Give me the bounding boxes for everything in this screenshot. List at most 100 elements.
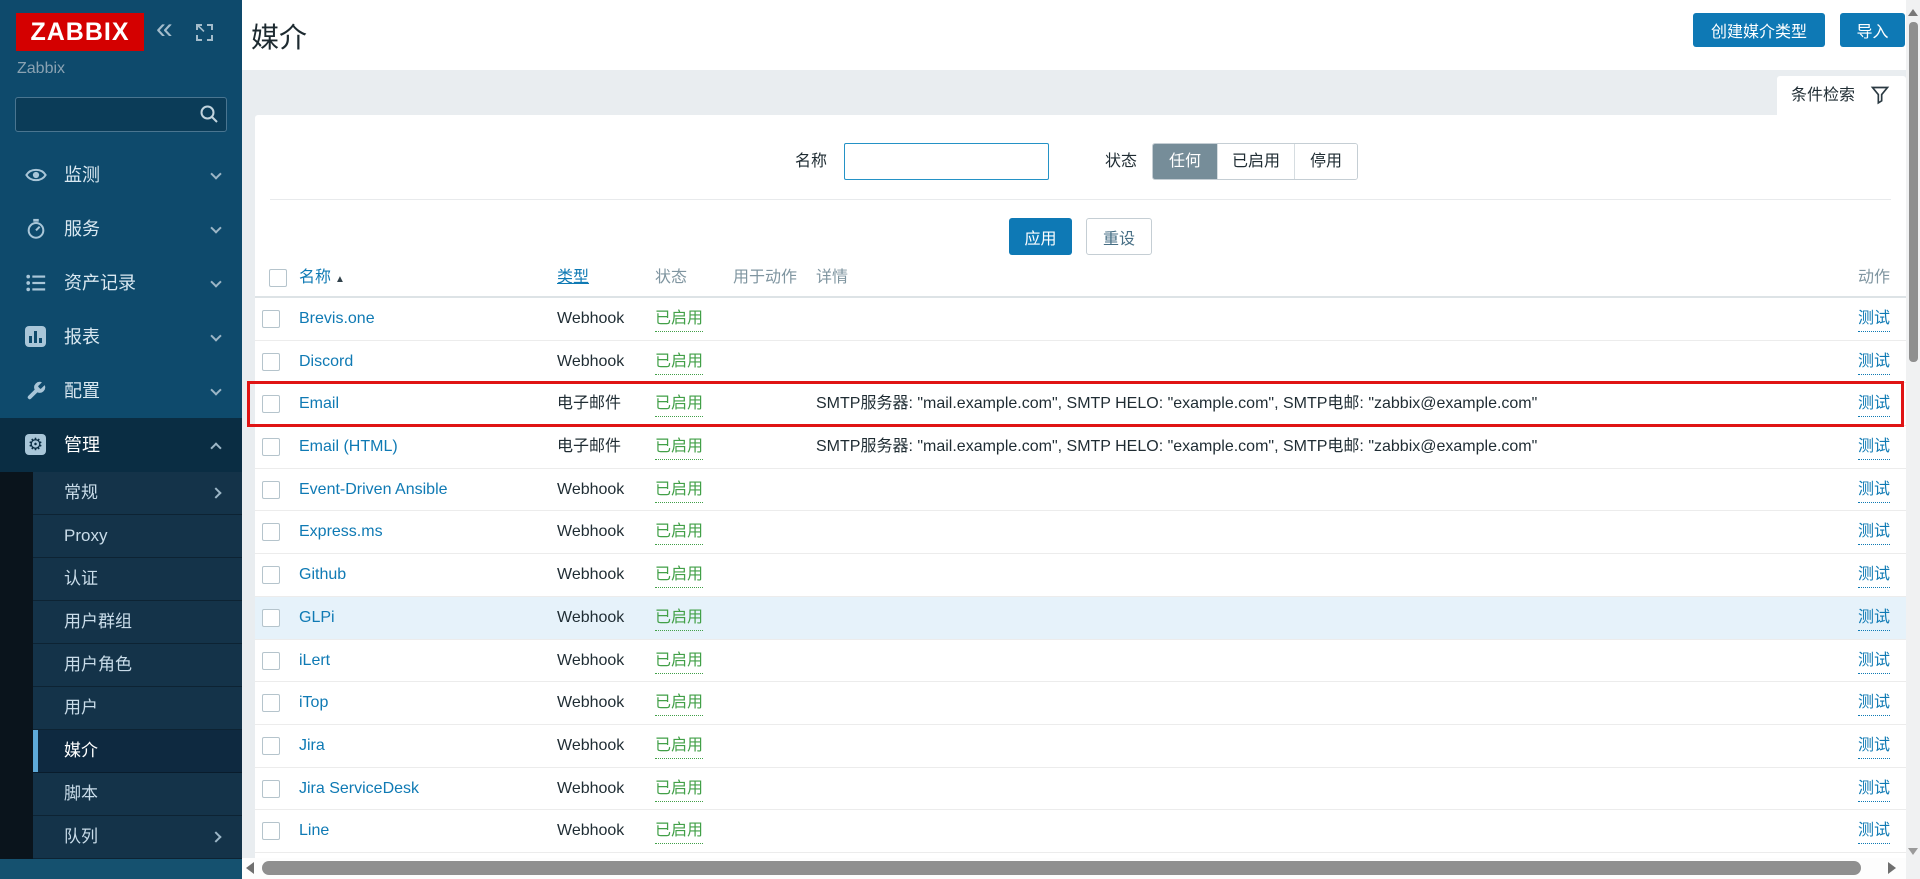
import-button[interactable]: 导入 bbox=[1840, 13, 1905, 47]
row-checkbox[interactable] bbox=[262, 737, 280, 755]
media-type-name-link[interactable]: GLPi bbox=[299, 597, 335, 639]
create-media-type-button[interactable]: 创建媒介类型 bbox=[1693, 13, 1825, 47]
vscroll-up-icon[interactable] bbox=[1908, 9, 1918, 16]
row-checkbox[interactable] bbox=[262, 438, 280, 456]
submenu-item-媒介[interactable]: 媒介 bbox=[33, 730, 242, 773]
test-link[interactable]: 测试 bbox=[1858, 350, 1890, 375]
media-type-type: 电子邮件 bbox=[557, 383, 621, 425]
media-type-name-link[interactable]: Line bbox=[299, 810, 329, 852]
select-all-checkbox[interactable] bbox=[269, 269, 287, 287]
media-type-status-link[interactable]: 已启用 bbox=[655, 350, 703, 375]
media-type-name-link[interactable]: Email (HTML) bbox=[299, 426, 398, 468]
media-type-status-link[interactable]: 已启用 bbox=[655, 649, 703, 674]
row-checkbox[interactable] bbox=[262, 310, 280, 328]
row-checkbox[interactable] bbox=[262, 780, 280, 798]
media-type-status-link[interactable]: 已启用 bbox=[655, 392, 703, 417]
submenu-item-用户角色[interactable]: 用户角色 bbox=[33, 644, 242, 687]
media-type-status-link[interactable]: 已启用 bbox=[655, 819, 703, 844]
row-checkbox[interactable] bbox=[262, 609, 280, 627]
test-link[interactable]: 测试 bbox=[1858, 777, 1890, 802]
media-type-status-link[interactable]: 已启用 bbox=[655, 520, 703, 545]
column-header-type[interactable]: 类型 bbox=[557, 262, 589, 294]
row-checkbox[interactable] bbox=[262, 822, 280, 840]
test-link[interactable]: 测试 bbox=[1858, 392, 1890, 417]
test-link[interactable]: 测试 bbox=[1858, 563, 1890, 588]
media-type-name-link[interactable]: Email bbox=[299, 383, 339, 425]
submenu-item-Proxy[interactable]: Proxy bbox=[33, 515, 242, 558]
media-type-status-link[interactable]: 已启用 bbox=[655, 307, 703, 332]
filter-tab[interactable]: 条件检索 bbox=[1777, 76, 1906, 115]
reset-button[interactable]: 重设 bbox=[1086, 218, 1152, 255]
submenu-item-队列[interactable]: 队列 bbox=[33, 816, 242, 859]
media-type-name-link[interactable]: Brevis.one bbox=[299, 298, 375, 340]
test-link[interactable]: 测试 bbox=[1858, 819, 1890, 844]
test-link[interactable]: 测试 bbox=[1858, 520, 1890, 545]
vertical-scrollbar[interactable] bbox=[1906, 0, 1920, 879]
filter-divider bbox=[270, 199, 1891, 200]
sidebar-item-资产记录[interactable]: 资产记录 bbox=[0, 256, 242, 310]
test-link[interactable]: 测试 bbox=[1858, 606, 1890, 631]
row-checkbox[interactable] bbox=[262, 523, 280, 541]
sidebar-item-配置[interactable]: 配置 bbox=[0, 364, 242, 418]
submenu-item-用户群组[interactable]: 用户群组 bbox=[33, 601, 242, 644]
zabbix-logo-text: ZABBIX bbox=[30, 18, 129, 47]
media-type-status-link[interactable]: 已启用 bbox=[655, 563, 703, 588]
media-type-status-link[interactable]: 已启用 bbox=[655, 777, 703, 802]
filter-tab-label: 条件检索 bbox=[1791, 76, 1855, 115]
media-type-name-link[interactable]: Jira bbox=[299, 725, 325, 767]
test-link[interactable]: 测试 bbox=[1858, 478, 1890, 503]
sidebar-collapse-icon[interactable]: « bbox=[156, 14, 173, 44]
media-type-name-link[interactable]: Discord bbox=[299, 341, 353, 383]
submenu-item-用户[interactable]: 用户 bbox=[33, 687, 242, 730]
sidebar-item-服务[interactable]: 服务 bbox=[0, 202, 242, 256]
hscroll-right-icon[interactable] bbox=[1888, 862, 1896, 874]
row-checkbox[interactable] bbox=[262, 694, 280, 712]
row-checkbox[interactable] bbox=[262, 566, 280, 584]
row-checkbox[interactable] bbox=[262, 481, 280, 499]
media-type-status-link[interactable]: 已启用 bbox=[655, 606, 703, 631]
media-type-status-link[interactable]: 已启用 bbox=[655, 435, 703, 460]
test-link[interactable]: 测试 bbox=[1858, 649, 1890, 674]
status-option-停用[interactable]: 停用 bbox=[1294, 144, 1357, 179]
vscroll-thumb[interactable] bbox=[1909, 22, 1918, 362]
media-type-name-link[interactable]: Github bbox=[299, 554, 346, 596]
hscroll-thumb[interactable] bbox=[262, 861, 1861, 875]
row-checkbox[interactable] bbox=[262, 395, 280, 413]
test-link[interactable]: 测试 bbox=[1858, 691, 1890, 716]
row-checkbox[interactable] bbox=[262, 353, 280, 371]
media-type-status-link[interactable]: 已启用 bbox=[655, 734, 703, 759]
media-type-status-link[interactable]: 已启用 bbox=[655, 478, 703, 503]
submenu-item-脚本[interactable]: 脚本 bbox=[33, 773, 242, 816]
search-input[interactable] bbox=[24, 99, 194, 130]
media-type-status-link[interactable]: 已启用 bbox=[655, 691, 703, 716]
horizontal-scrollbar[interactable] bbox=[242, 858, 1906, 879]
vscroll-down-icon[interactable] bbox=[1908, 848, 1918, 855]
submenu-item-label: 用户群组 bbox=[64, 601, 132, 643]
hscroll-left-icon[interactable] bbox=[246, 862, 254, 874]
media-type-name-link[interactable]: iTop bbox=[299, 682, 328, 724]
kiosk-mode-icon[interactable]: ↖ bbox=[196, 24, 213, 41]
column-header-name[interactable]: 名称▲ bbox=[299, 262, 345, 296]
apply-button[interactable]: 应用 bbox=[1009, 218, 1072, 255]
sidebar-item-报表[interactable]: 报表 bbox=[0, 310, 242, 364]
media-type-name-link[interactable]: iLert bbox=[299, 640, 330, 682]
media-type-name-link[interactable]: Jira ServiceDesk bbox=[299, 768, 419, 810]
sidebar-search bbox=[15, 97, 227, 132]
row-checkbox[interactable] bbox=[262, 652, 280, 670]
test-link[interactable]: 测试 bbox=[1858, 307, 1890, 332]
table-row-Event-Driven Ansible: Event-Driven AnsibleWebhook已启用测试 bbox=[255, 469, 1906, 512]
status-option-任何[interactable]: 任何 bbox=[1153, 144, 1217, 179]
status-option-已启用[interactable]: 已启用 bbox=[1217, 144, 1294, 179]
media-type-name-link[interactable]: Express.ms bbox=[299, 511, 383, 553]
submenu-item-认证[interactable]: 认证 bbox=[33, 558, 242, 601]
test-link[interactable]: 测试 bbox=[1858, 734, 1890, 759]
test-link[interactable]: 测试 bbox=[1858, 435, 1890, 460]
media-type-name-link[interactable]: Event-Driven Ansible bbox=[299, 469, 448, 511]
sidebar-item-监测[interactable]: 监测 bbox=[0, 148, 242, 202]
zabbix-logo[interactable]: ZABBIX bbox=[16, 13, 144, 51]
sidebar-item-管理[interactable]: ⚙管理 bbox=[0, 418, 242, 472]
submenu-item-常规[interactable]: 常规 bbox=[33, 472, 242, 515]
filter-name-input[interactable] bbox=[844, 143, 1049, 180]
table-row-Email (HTML): Email (HTML)电子邮件已启用SMTP服务器: "mail.exampl… bbox=[255, 426, 1906, 469]
chevron-down-icon bbox=[210, 276, 221, 287]
